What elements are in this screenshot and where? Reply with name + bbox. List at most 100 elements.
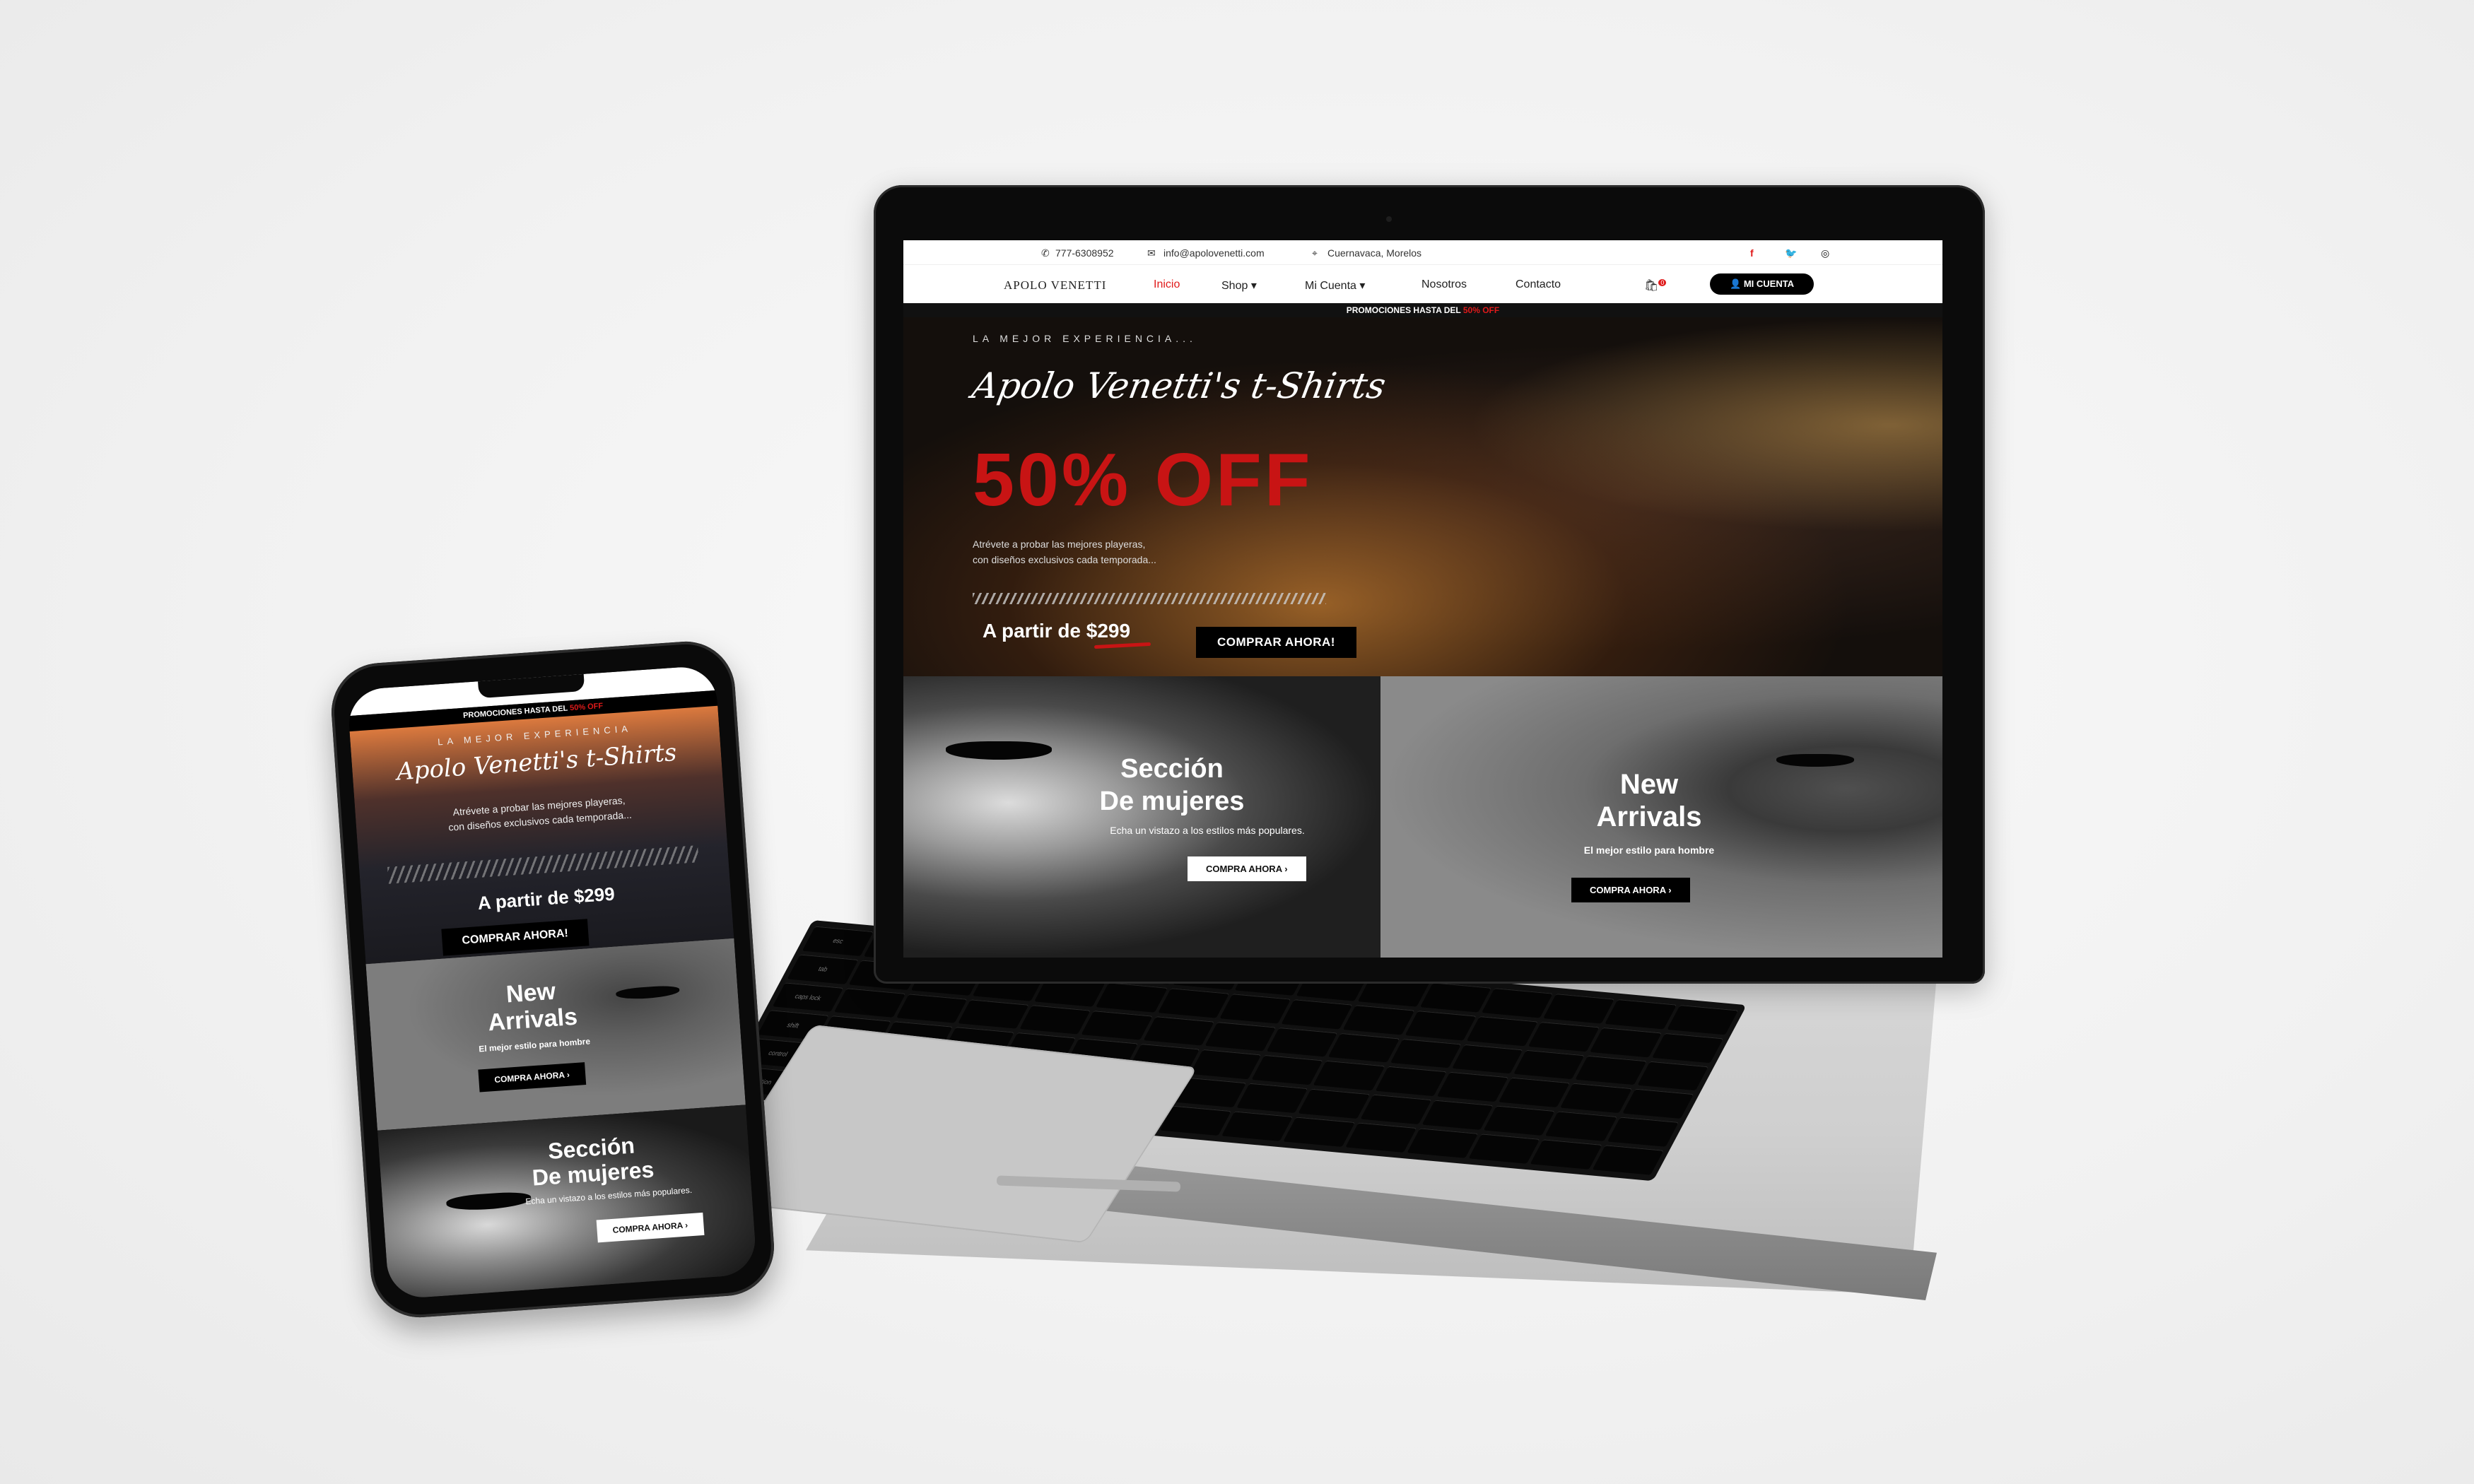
facebook-icon[interactable]: f: [1750, 247, 1754, 259]
price-prefix: A partir de: [476, 885, 575, 914]
chevron-down-icon: ▾: [1359, 280, 1366, 292]
mobile-men-compra-button[interactable]: COMPRA AHORA ›: [478, 1062, 586, 1093]
mobile-hero: LA MEJOR EXPERIENCIA Apolo Venetti's t-S…: [349, 705, 734, 965]
user-icon: 👤: [1730, 278, 1742, 289]
topbar-email[interactable]: info@apolovenetti.com: [1163, 247, 1265, 259]
keyboard-key: [1390, 1038, 1462, 1068]
keyboard-key: [1375, 1066, 1447, 1097]
keyboard-key: [1436, 1072, 1508, 1102]
twitter-icon[interactable]: 🐦: [1785, 247, 1797, 259]
site-logo[interactable]: APOLO VENETTI: [1004, 278, 1106, 293]
keyboard-key: [1266, 1027, 1338, 1057]
keyboard-key: [1575, 1055, 1647, 1085]
keyboard-key: [1019, 1004, 1091, 1035]
account-button-label: MI CUENTA: [1743, 278, 1795, 289]
desktop-nav: APOLO VENETTI Inicio Shop ▾ Mi Cuenta ▾ …: [903, 264, 1942, 304]
hero-kicker: LA MEJOR EXPERIENCIA...: [973, 333, 1197, 344]
nav-item-label: Shop: [1221, 280, 1248, 292]
keyboard-key: [834, 987, 906, 1018]
keyboard-key: esc: [802, 926, 874, 956]
account-button[interactable]: 👤 MI CUENTA: [1710, 273, 1815, 295]
mobile-hero-price: A partir de $299: [361, 875, 731, 922]
men-section-title: New Arrivals: [1543, 768, 1755, 833]
keyboard-key: [1499, 1078, 1571, 1108]
keyboard-key: [1407, 1128, 1479, 1158]
keyboard-key: [1560, 1083, 1632, 1114]
men-compra-button[interactable]: COMPRA AHORA ›: [1571, 878, 1690, 902]
hero-price: A partir de $299: [983, 620, 1130, 642]
keyboard-key: [1081, 1010, 1153, 1041]
keyboard-key: [1483, 1105, 1555, 1136]
keyboard-key: [1652, 1032, 1724, 1063]
hero-description: Atrévete a probar las mejores playeras, c…: [973, 536, 1185, 567]
sunglasses-image: [1776, 754, 1854, 767]
mobile-women-compra-button[interactable]: COMPRA AHORA ›: [596, 1212, 705, 1243]
title-line: New: [1619, 769, 1679, 800]
title-line: Arrivals: [1596, 801, 1702, 832]
hero-stripes: [973, 593, 1326, 604]
keyboard-key: [1405, 1010, 1477, 1041]
keyboard-key: [1360, 1094, 1432, 1125]
keyboard-key: [1313, 1061, 1385, 1091]
laptop-screen: ✆ 777-6308952 ✉ info@apolovenetti.com ⌖ …: [903, 240, 1942, 958]
keyboard-key: [1298, 1088, 1370, 1119]
cart-count-badge: 0: [1658, 278, 1667, 286]
promo-highlight: 50% OFF: [569, 702, 604, 713]
keyboard-key: [1545, 1111, 1617, 1142]
men-section-subtitle: El mejor estilo para hombre: [1583, 844, 1715, 856]
mail-icon: ✉: [1147, 247, 1156, 259]
nav-item-inicio[interactable]: Inicio: [1154, 278, 1180, 291]
keyboard-key: [1221, 1111, 1294, 1141]
cart-icon[interactable]: 🛍 0: [1644, 278, 1667, 293]
women-compra-button[interactable]: COMPRA AHORA ›: [1188, 856, 1306, 881]
keyboard-key: [1636, 1061, 1709, 1091]
instagram-icon[interactable]: ◎: [1821, 247, 1829, 259]
keyboard-key: [1468, 1133, 1540, 1164]
phone-icon: ✆: [1041, 247, 1050, 259]
keyboard-key: [1605, 999, 1677, 1030]
nav-item-mi-cuenta[interactable]: Mi Cuenta ▾: [1305, 278, 1365, 293]
price-underline: [1094, 642, 1151, 649]
laptop-camera: [1386, 216, 1392, 222]
mobile-women-section[interactable]: Sección De mujeres Echa un vistazo a los …: [377, 1105, 758, 1300]
keyboard-key: [1251, 1055, 1323, 1085]
keyboard-key: [1543, 994, 1615, 1024]
keyboard-key: [1590, 1027, 1662, 1057]
phone-screen: PROMOCIONES HASTA DEL 50% OFF LA MEJOR E…: [346, 664, 758, 1300]
nav-item-contacto[interactable]: Contacto: [1516, 278, 1561, 291]
keyboard-key: [1204, 1021, 1277, 1052]
promo-text: PROMOCIONES HASTA DEL: [1346, 305, 1463, 315]
keyboard-key: [1219, 994, 1291, 1024]
mobile-men-section[interactable]: New Arrivals El mejor estilo para hombre …: [365, 938, 746, 1131]
hero-cta-button[interactable]: COMPRAR AHORA!: [1196, 627, 1356, 658]
keyboard-key: [1343, 1004, 1415, 1035]
keyboard-key: tab: [787, 954, 859, 984]
keyboard-key: [1283, 1117, 1355, 1147]
desktop-topbar: ✆ 777-6308952 ✉ info@apolovenetti.com ⌖ …: [903, 240, 1942, 264]
women-section-subtitle: Echa un vistazo a los estilos más popula…: [1110, 825, 1305, 836]
keyboard-key: [1345, 1122, 1417, 1153]
promo-bar: PROMOCIONES HASTA DEL 50% OFF: [903, 303, 1942, 317]
keyboard-key: [1667, 1005, 1739, 1035]
keyboard-key: [1528, 1021, 1600, 1052]
mobile-women-title: Sección De mujeres: [499, 1129, 686, 1193]
title-line: Arrivals: [487, 1003, 579, 1037]
hero-script-title: Apolo Venetti's t-Shirts: [968, 365, 1389, 406]
nav-item-shop[interactable]: Shop ▾: [1221, 278, 1257, 293]
keyboard-key: [1530, 1139, 1602, 1170]
women-section-title: Sección De mujeres: [1045, 753, 1299, 818]
mobile-men-title: New Arrivals: [452, 974, 611, 1039]
sunglasses-image: [615, 984, 680, 1001]
nav-item-nosotros[interactable]: Nosotros: [1421, 278, 1467, 291]
keyboard-key: [1281, 999, 1353, 1030]
women-section[interactable]: Sección De mujeres Echa un vistazo a los …: [903, 676, 1380, 958]
topbar-phone[interactable]: 777-6308952: [1055, 247, 1114, 259]
mobile-hero-stripes: [387, 845, 699, 884]
keyboard-key: [1592, 1145, 1664, 1175]
price-prefix: A partir de: [983, 620, 1086, 642]
keyboard-key: [1158, 988, 1230, 1018]
men-section[interactable]: New Arrivals El mejor estilo para hombre …: [1380, 676, 1942, 958]
keyboard-key: [1096, 982, 1168, 1013]
location-pin-icon: ⌖: [1312, 247, 1318, 259]
promo-highlight: 50% OFF: [1462, 305, 1500, 315]
